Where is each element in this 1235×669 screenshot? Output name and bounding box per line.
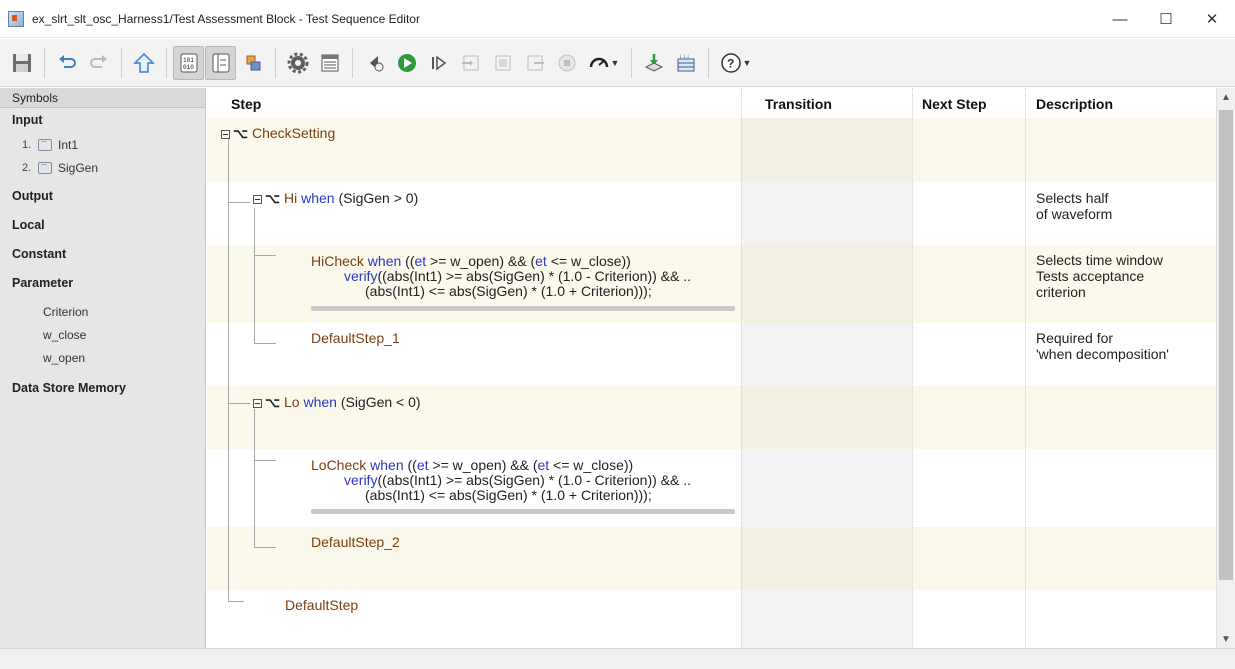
signal-icon (38, 137, 52, 151)
mapping-icon[interactable] (237, 46, 268, 80)
collapse-icon[interactable] (221, 129, 230, 139)
symbol-name: SigGen (58, 160, 99, 175)
symbols-pane: Symbols Input 1. Int1 2. SigGen Output L… (0, 88, 206, 648)
step-locheck-verify-line1: verify((abs(Int1) >= abs(SigGen) * (1.0 … (344, 472, 692, 488)
app-icon (8, 10, 24, 27)
stop-icon (551, 46, 582, 80)
horizontal-scrollbar[interactable] (311, 306, 735, 311)
step-forward-icon[interactable] (423, 46, 454, 80)
data-symbols-icon[interactable]: 101 010 (173, 45, 204, 80)
symbols-category-constant[interactable]: Constant (0, 247, 205, 276)
step-lo[interactable]: ⌥ Lo when (SigGen < 0) (253, 394, 421, 411)
symbol-index: 1. (22, 138, 32, 151)
symbol-input-siggen[interactable]: 2. SigGen (0, 156, 205, 179)
minimize-button[interactable]: — (1097, 0, 1143, 38)
step-row-checksetting[interactable] (207, 118, 1216, 182)
svg-text:?: ? (727, 56, 734, 70)
step-hicheck-verify-line2: (abs(Int1) <= abs(SigGen) * (1.0 + Crite… (365, 283, 652, 299)
description-hicheck[interactable]: Selects time window Tests acceptance crite… (1036, 252, 1163, 300)
symbols-header: Symbols (0, 88, 205, 108)
step-defaultstep-2[interactable]: DefaultStep_2 (311, 534, 400, 550)
step-row-defaultstep[interactable] (207, 590, 1216, 648)
symbol-index: 2. (22, 161, 32, 174)
step-checksetting[interactable]: ⌥ CheckSetting (221, 125, 335, 142)
step-defaultstep-1[interactable]: DefaultStep_1 (311, 330, 400, 346)
step-editor: Step Transition Next Step Description ⌥ C… (207, 88, 1216, 648)
when-decomposition-icon: ⌥ (265, 395, 280, 411)
collapse-icon[interactable] (253, 194, 262, 204)
symbol-name: Int1 (58, 137, 79, 152)
signal-icon (38, 160, 52, 174)
symbol-input-int1[interactable]: 1. Int1 (0, 133, 205, 156)
close-button[interactable]: ✕ (1189, 0, 1235, 38)
symbol-parameter-criterion[interactable]: Criterion (0, 300, 205, 323)
step-hi[interactable]: ⌥ Hi when (SigGen > 0) (253, 190, 418, 207)
symbols-category-local[interactable]: Local (0, 218, 205, 247)
redo-icon[interactable] (83, 46, 114, 80)
column-header-step[interactable]: Step (207, 88, 261, 118)
window-title: ex_slrt_slt_osc_Harness1/Test Assessment… (32, 11, 420, 26)
svg-text:101: 101 (183, 57, 194, 64)
step-back-icon[interactable] (359, 46, 390, 80)
horizontal-scrollbar[interactable] (311, 509, 735, 514)
description-hi[interactable]: Selects half of waveform (1036, 190, 1112, 222)
symbols-category-parameter[interactable]: Parameter (0, 276, 205, 300)
column-header-description[interactable]: Description (1025, 88, 1113, 118)
step-hicheck[interactable]: HiCheck when ((et >= w_open) && (et <= w… (311, 253, 631, 269)
title-bar: ex_slrt_slt_osc_Harness1/Test Assessment… (0, 0, 1235, 38)
properties-icon[interactable] (314, 46, 345, 80)
symbols-category-data-store-memory[interactable]: Data Store Memory (0, 381, 205, 403)
step-in-icon (455, 46, 486, 80)
step-locheck-verify-line2: (abs(Int1) <= abs(SigGen) * (1.0 + Crite… (365, 487, 652, 503)
step-hicheck-verify-line1: verify((abs(Int1) >= abs(SigGen) * (1.0 … (344, 268, 692, 284)
scroll-up-icon[interactable]: ▲ (1217, 88, 1235, 106)
maximize-button[interactable]: ☐ (1143, 0, 1189, 38)
save-icon[interactable] (6, 46, 37, 80)
undo-icon[interactable] (51, 46, 82, 80)
import-icon[interactable] (638, 46, 669, 80)
status-bar (0, 648, 1235, 669)
step-pane-icon[interactable] (205, 45, 236, 80)
settings-icon[interactable] (282, 46, 313, 80)
scroll-thumb[interactable] (1219, 110, 1233, 580)
scroll-down-icon[interactable]: ▼ (1217, 630, 1235, 648)
symbols-category-output[interactable]: Output (0, 189, 205, 218)
collapse-icon[interactable] (253, 398, 262, 408)
step-over-icon (487, 46, 518, 80)
when-decomposition-icon: ⌥ (233, 126, 248, 142)
data-table-icon[interactable]: ↓↓↓ (670, 46, 701, 80)
symbols-category-input[interactable]: Input (0, 113, 205, 133)
symbol-parameter-w-close[interactable]: w_close (0, 323, 205, 346)
column-header-next-step[interactable]: Next Step (912, 88, 987, 118)
step-locheck[interactable]: LoCheck when ((et >= w_open) && (et <= w… (311, 457, 633, 473)
column-header-transition[interactable]: Transition (741, 88, 832, 118)
svg-text:010: 010 (183, 64, 194, 71)
svg-text:↓↓↓: ↓↓↓ (679, 53, 690, 60)
symbol-parameter-w-open[interactable]: w_open (0, 346, 205, 369)
toolbar: 101 010 ▼ ↓↓↓ ? ▼ (0, 39, 1235, 87)
description-defaultstep-1[interactable]: Required for'when decomposition' (1036, 330, 1169, 362)
step-defaultstep[interactable]: DefaultStep (285, 597, 358, 613)
step-out-icon (519, 46, 550, 80)
when-decomposition-icon: ⌥ (265, 191, 280, 207)
help-dropdown-icon[interactable]: ▼ (741, 46, 753, 80)
vertical-scrollbar[interactable]: ▲ ▼ (1216, 88, 1235, 648)
speed-dropdown-icon[interactable]: ▼ (609, 46, 621, 80)
run-icon[interactable] (391, 46, 422, 80)
up-icon[interactable] (128, 46, 159, 80)
